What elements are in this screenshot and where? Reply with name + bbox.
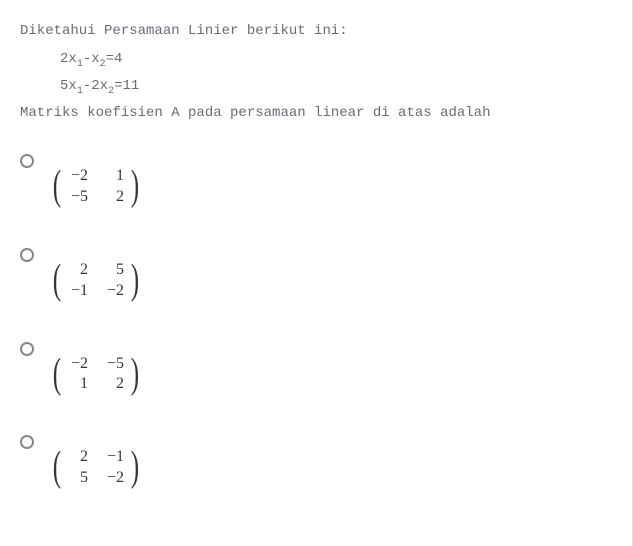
matrix-c-content: −2 −5 1 2 (64, 354, 128, 396)
matrix-cell: −2 (68, 354, 88, 375)
matrix-cell: −5 (104, 354, 124, 375)
matrix-row: 1 2 (68, 374, 124, 395)
matrix-row: 2 5 (68, 260, 124, 281)
equation-1: 2x1-x2=4 (60, 48, 612, 73)
matrix-row: −1 −2 (68, 281, 124, 302)
paren-left-icon: ( (53, 358, 61, 392)
matrix-b-content: 2 5 −1 −2 (64, 260, 128, 302)
eq1-text: 2x (60, 51, 77, 67)
matrix-cell: 1 (104, 166, 124, 187)
matrix-d-content: 2 −1 5 −2 (64, 447, 128, 489)
matrix-cell: 5 (68, 468, 88, 489)
matrix-cell: 2 (104, 187, 124, 208)
eq2-text2: -2x (83, 78, 108, 94)
equation-block: 2x1-x2=4 5x1-2x2=11 (20, 48, 612, 100)
matrix-cell: −2 (104, 468, 124, 489)
radio-d[interactable] (20, 435, 34, 449)
matrix-row: 5 −2 (68, 468, 124, 489)
question-ask: Matriks koefisien A pada persamaan linea… (20, 102, 612, 124)
matrix-a-content: −2 1 −5 2 (64, 166, 128, 208)
paren-left-icon: ( (53, 170, 61, 204)
option-a[interactable]: ( −2 1 −5 2 ) (20, 154, 612, 208)
options-container: ( −2 1 −5 2 ) ( 2 5 (20, 154, 612, 488)
question-intro: Diketahui Persamaan Linier berikut ini: (20, 20, 612, 42)
matrix-row: −5 2 (68, 187, 124, 208)
radio-c[interactable] (20, 342, 34, 356)
radio-b[interactable] (20, 248, 34, 262)
matrix-cell: 1 (68, 374, 88, 395)
eq2-text3: =11 (114, 78, 139, 94)
matrix-a: ( −2 1 −5 2 ) (50, 166, 142, 208)
matrix-cell: −1 (68, 281, 88, 302)
paren-right-icon: ) (131, 264, 139, 298)
matrix-row: 2 −1 (68, 447, 124, 468)
eq1-text2: -x (83, 51, 100, 67)
matrix-cell: 2 (68, 260, 88, 281)
matrix-row: −2 −5 (68, 354, 124, 375)
matrix-c: ( −2 −5 1 2 ) (50, 354, 142, 396)
eq1-text3: =4 (106, 51, 123, 67)
option-b[interactable]: ( 2 5 −1 −2 ) (20, 248, 612, 302)
matrix-cell: 5 (104, 260, 124, 281)
matrix-cell: 2 (68, 447, 88, 468)
paren-right-icon: ) (131, 170, 139, 204)
paren-right-icon: ) (131, 451, 139, 485)
matrix-d: ( 2 −1 5 −2 ) (50, 447, 142, 489)
matrix-row: −2 1 (68, 166, 124, 187)
matrix-cell: −2 (104, 281, 124, 302)
option-c[interactable]: ( −2 −5 1 2 ) (20, 342, 612, 396)
matrix-b: ( 2 5 −1 −2 ) (50, 260, 142, 302)
equation-2: 5x1-2x2=11 (60, 75, 612, 100)
paren-left-icon: ( (53, 264, 61, 298)
matrix-cell: 2 (104, 374, 124, 395)
eq2-text: 5x (60, 78, 77, 94)
paren-right-icon: ) (131, 358, 139, 392)
option-d[interactable]: ( 2 −1 5 −2 ) (20, 435, 612, 489)
radio-a[interactable] (20, 154, 34, 168)
matrix-cell: −5 (68, 187, 88, 208)
paren-left-icon: ( (53, 451, 61, 485)
matrix-cell: −2 (68, 166, 88, 187)
matrix-cell: −1 (104, 447, 124, 468)
